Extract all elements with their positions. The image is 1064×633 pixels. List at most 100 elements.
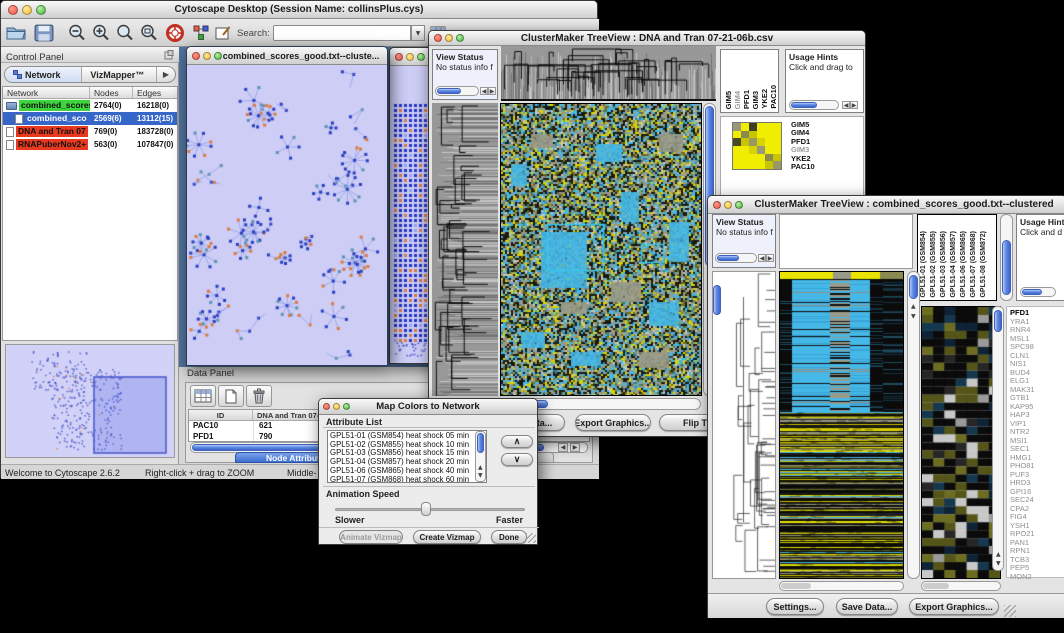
minimize-button[interactable] bbox=[22, 5, 32, 15]
attribute-table-icon bbox=[194, 389, 212, 403]
search-dropdown-button[interactable]: ▼ bbox=[411, 25, 425, 41]
search-input[interactable] bbox=[273, 25, 411, 41]
tv2-labels-vscrollbar[interactable] bbox=[1000, 214, 1013, 301]
tv2-global-vscrollbar[interactable]: ▲ ▼ bbox=[907, 271, 920, 579]
float-panel-icon[interactable] bbox=[164, 50, 174, 60]
save-icon[interactable] bbox=[34, 24, 54, 42]
scroll-left-arrow[interactable]: ◀ bbox=[758, 254, 766, 262]
scroll-right-arrow[interactable]: ▶ bbox=[488, 87, 496, 95]
zoom-button[interactable] bbox=[36, 5, 46, 15]
zoom-out-icon[interactable] bbox=[67, 24, 87, 42]
open-folder-icon[interactable] bbox=[6, 24, 26, 42]
resize-grip[interactable] bbox=[526, 533, 536, 543]
close-button[interactable] bbox=[8, 5, 18, 15]
attribute-list-items[interactable]: GPL51-01 (GSM854) heat shock 05 minGPL51… bbox=[328, 431, 486, 483]
animation-slider-thumb[interactable] bbox=[421, 502, 431, 516]
minimize-button[interactable] bbox=[724, 201, 732, 209]
done-button[interactable]: Done bbox=[491, 530, 527, 544]
treeview2-titlebar[interactable]: ClusterMaker TreeView : combined_scores_… bbox=[708, 196, 1064, 214]
minimize-button[interactable] bbox=[333, 403, 340, 410]
close-button[interactable] bbox=[434, 34, 442, 42]
new-doc-icon bbox=[225, 389, 237, 404]
scroll-left-arrow[interactable]: ◀ bbox=[842, 101, 850, 109]
tv1-global-heatmap[interactable] bbox=[500, 103, 702, 396]
main-titlebar[interactable]: Cytoscape Desktop (Session Name: collins… bbox=[1, 1, 597, 19]
network-doc-icon bbox=[6, 140, 14, 150]
tv1-zoom-heatmap[interactable] bbox=[732, 122, 782, 170]
network-doc-icon bbox=[15, 114, 23, 124]
zoom-button[interactable] bbox=[343, 403, 350, 410]
close-button[interactable] bbox=[192, 52, 200, 60]
tv2-tree-scrollbar-thumb[interactable] bbox=[713, 285, 721, 315]
scroll-right-arrow[interactable]: ▶ bbox=[850, 101, 858, 109]
network-overlay-icon[interactable] bbox=[191, 24, 211, 42]
help-lifering-icon[interactable] bbox=[165, 24, 185, 42]
save-data-button[interactable]: Save Data... bbox=[836, 598, 898, 615]
birdseye-view[interactable] bbox=[5, 344, 175, 458]
create-vizmap-button[interactable]: Create Vizmap bbox=[413, 530, 481, 544]
usage-hints-scrollbar[interactable] bbox=[789, 100, 839, 110]
network1-titlebar[interactable]: combined_scores_good.txt--cluste... bbox=[187, 47, 387, 65]
move-up-button[interactable]: ∧ bbox=[501, 435, 533, 448]
view-status-scrollbar[interactable] bbox=[435, 86, 479, 96]
zoom-button[interactable] bbox=[735, 201, 743, 209]
animate-vizmap-button[interactable]: Animate Vizmap bbox=[339, 530, 403, 544]
network-doc-icon bbox=[6, 127, 14, 137]
attribute-select-button[interactable] bbox=[190, 385, 216, 407]
export-graphics-button[interactable]: Export Graphics... bbox=[575, 414, 651, 431]
usage-hints-scrollbar[interactable] bbox=[1020, 287, 1056, 297]
move-down-button[interactable]: ∨ bbox=[501, 453, 533, 466]
attribute-listbox[interactable]: GPL51-01 (GSM854) heat shock 05 minGPL51… bbox=[327, 430, 487, 483]
tab-overflow-arrow[interactable]: ▶ bbox=[157, 67, 175, 82]
network-list-header[interactable]: Network Nodes Edges bbox=[3, 87, 177, 99]
zoom-fit-icon[interactable] bbox=[115, 24, 135, 42]
new-attribute-button[interactable] bbox=[218, 385, 244, 407]
minimize-button[interactable] bbox=[445, 34, 453, 42]
zoom-button[interactable] bbox=[214, 52, 222, 60]
traffic-lights bbox=[395, 53, 425, 61]
traffic-lights bbox=[192, 52, 222, 60]
export-graphics-button[interactable]: Export Graphics... bbox=[909, 598, 999, 615]
resize-grip[interactable] bbox=[1004, 605, 1016, 617]
traffic-lights bbox=[434, 34, 464, 42]
minimize-button[interactable] bbox=[203, 52, 211, 60]
birdseye-canvas[interactable] bbox=[6, 345, 174, 457]
tab-vizmapper[interactable]: VizMapper™ bbox=[82, 67, 156, 82]
zoom-selected-icon[interactable] bbox=[139, 24, 159, 42]
dialog-titlebar[interactable]: Map Colors to Network bbox=[319, 399, 537, 415]
tv2-global-hscrollbar[interactable] bbox=[779, 581, 904, 591]
traffic-lights bbox=[8, 5, 46, 15]
tv2-zoom-heatmap[interactable] bbox=[921, 306, 1001, 579]
delete-attribute-button[interactable] bbox=[246, 385, 272, 407]
scroll-right-arrow[interactable]: ▶ bbox=[766, 254, 774, 262]
treeview1-titlebar[interactable]: ClusterMaker TreeView : DNA and Tran 07-… bbox=[429, 31, 865, 46]
scroll-right-arrow[interactable]: ▶ bbox=[570, 443, 580, 452]
minimize-button[interactable] bbox=[406, 53, 414, 61]
tv1-row-dendrogram[interactable] bbox=[432, 103, 498, 396]
tab-network[interactable]: Network bbox=[5, 67, 82, 82]
network-row-selected[interactable]: combined_sco 2569(6) 13112(15) bbox=[3, 112, 177, 125]
scroll-left-arrow[interactable]: ◀ bbox=[558, 443, 568, 452]
network-row-rnapuber[interactable]: RNAPuberNov2+ 563(0) 107847(0) bbox=[3, 138, 177, 151]
tv2-gene-vscrollbar[interactable]: ▲ ▼ bbox=[992, 306, 1004, 571]
tv2-zoom-hscrollbar[interactable] bbox=[921, 581, 1001, 591]
tv1-usage-hints-panel: Usage Hints Click and drag to ◀ ▶ bbox=[785, 49, 864, 113]
scroll-left-arrow[interactable]: ◀ bbox=[480, 87, 488, 95]
attribute-list-scrollbar[interactable]: ▲ ▼ bbox=[475, 431, 486, 482]
close-button[interactable] bbox=[323, 403, 330, 410]
zoom-in-icon[interactable] bbox=[91, 24, 111, 42]
network-row-combined-scores[interactable]: combined_scores_ 2764(0) 16218(0) bbox=[3, 99, 177, 112]
settings-button[interactable]: Settings... bbox=[766, 598, 824, 615]
annotation-icon[interactable] bbox=[213, 24, 233, 42]
tv2-row-dendrogram[interactable] bbox=[712, 271, 776, 579]
close-button[interactable] bbox=[395, 53, 403, 61]
zoom-button[interactable] bbox=[456, 34, 464, 42]
network1-title: combined_scores_good.txt--cluste... bbox=[195, 51, 380, 61]
close-button[interactable] bbox=[713, 201, 721, 209]
view-status-scrollbar[interactable] bbox=[715, 253, 757, 263]
zoom-button[interactable] bbox=[417, 53, 425, 61]
tv2-global-heatmap[interactable] bbox=[779, 271, 904, 579]
tv1-column-dendrogram[interactable] bbox=[501, 46, 716, 101]
network-row-dna-tran[interactable]: DNA and Tran 07 769(0) 183728(0) bbox=[3, 125, 177, 138]
network-canvas-1[interactable] bbox=[187, 65, 387, 365]
